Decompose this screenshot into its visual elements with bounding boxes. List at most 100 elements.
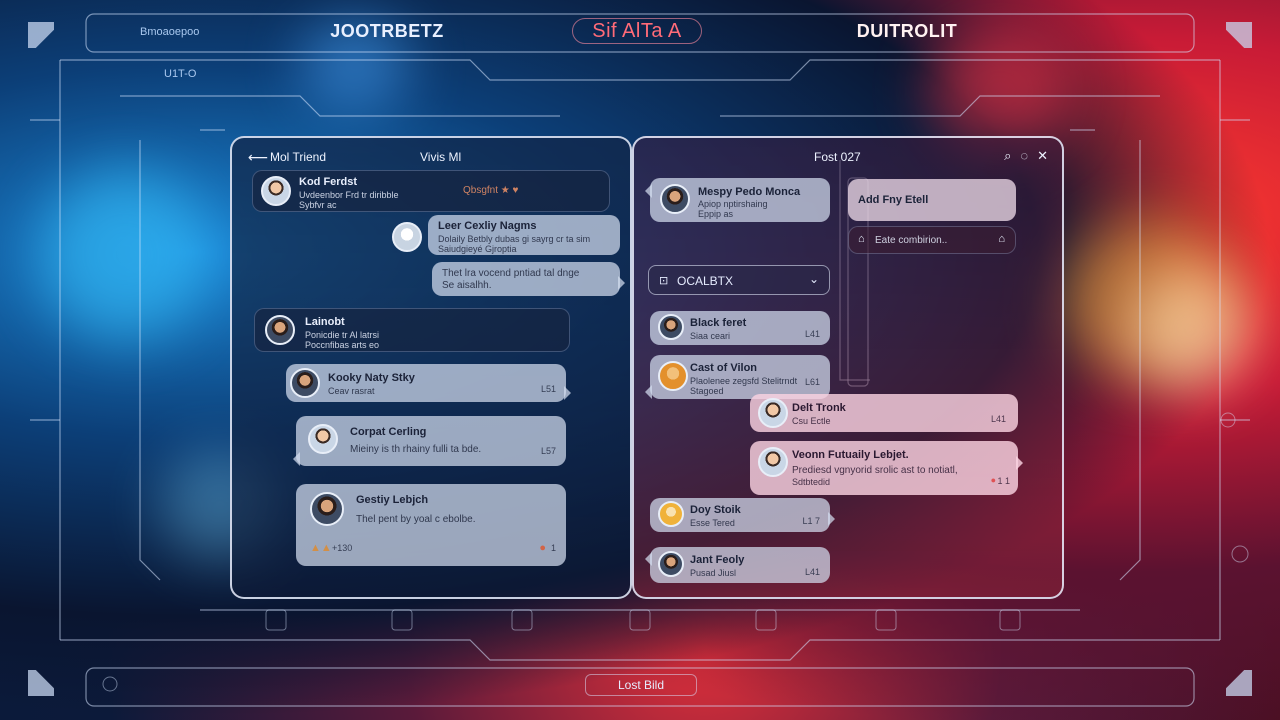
avatar: [261, 176, 291, 206]
message-bubble[interactable]: Gestiy Lebjch Thel pent by yoal c ebolbe…: [296, 484, 566, 566]
message-time: L57: [540, 446, 556, 456]
message-bubble[interactable]: Mespy Pedo Monca Apiop nptirshaing Eppip…: [650, 178, 830, 222]
reaction-icon[interactable]: ▲▲: [310, 542, 332, 554]
message-sender: Doy Stoik: [690, 504, 741, 516]
message-sender: Leer Cexliy Nagms: [438, 220, 537, 232]
side-card-label: Eate combirion..: [875, 235, 948, 246]
side-card[interactable]: ⌂ Eate combirion.. ⌂: [848, 226, 1016, 254]
message-bubble[interactable]: Jant Feoly Pusad Jiusl L41: [650, 547, 830, 583]
message-bubble[interactable]: Thet lra vocend pntiad tal dnge Se aisal…: [432, 262, 620, 296]
message-text: Csu Ectle: [792, 416, 831, 426]
avatar: [658, 551, 684, 577]
message-sender: Jant Feoly: [690, 554, 745, 566]
item-sub: Ponicdie tr Al latrsi: [305, 330, 380, 340]
left-panel-center-title: Vivis Ml: [420, 150, 462, 164]
home-icon: ⌂: [858, 233, 865, 245]
message-time: L41: [990, 414, 1006, 424]
message-text: Mieiny is th rhainy fulli ta bde.: [350, 444, 482, 455]
message-bubble[interactable]: Delt Tronk Csu Ectle L41: [750, 394, 1018, 432]
message-text: Dolaily Betbly dubas gi sayrg cr ta sim: [438, 234, 591, 244]
list-item[interactable]: Kod Ferdst Uvdeenbor Frd tr diribble Syb…: [252, 170, 610, 212]
message-bubble[interactable]: Black feret Siaa ceari L41: [650, 311, 830, 345]
corner-bottom-right: [1226, 670, 1252, 696]
message-bubble[interactable]: Veonn Futuaily Lebjet. Prediesd vgnyorid…: [750, 441, 1018, 495]
header-right-label[interactable]: DUITROLIT: [852, 18, 962, 44]
item-tag: Qbsgfnt ★ ♥: [463, 185, 519, 196]
message-time: L41: [804, 329, 820, 339]
left-panel-header: ⟵ Mol Triend Vivis Ml: [232, 148, 630, 168]
list-item[interactable]: Lainobt Ponicdie tr Al latrsi Poccnfibas…: [254, 308, 570, 352]
bubble-tail: [618, 276, 632, 290]
message-bubble[interactable]: Doy Stoik Esse Tered L1 7: [650, 498, 830, 532]
avatar: [308, 424, 338, 454]
bubble-tail: [638, 385, 652, 399]
unread-count: 1: [550, 543, 556, 553]
unread-count: 1 1: [997, 476, 1010, 486]
message-bubble[interactable]: Cast of Vilon Plaolenee zegsfd Stelitrnd…: [650, 355, 830, 399]
message-text-2: Se aisalhh.: [442, 280, 492, 291]
avatar: [658, 501, 684, 527]
status-dot-icon: ●: [990, 475, 996, 485]
record-icon[interactable]: ◌: [1020, 148, 1028, 164]
message-text: Pusad Jiusl: [690, 568, 737, 578]
right-panel-header: Fost 027 ⌕ ◌ ✕: [634, 148, 1062, 168]
bubble-tail: [638, 552, 652, 566]
message-bubble[interactable]: Corpat Cerling Mieiny is th rhainy fulli…: [296, 416, 566, 466]
message-text-2: Sdtbtedid: [792, 477, 831, 487]
bubble-tail: [828, 512, 842, 526]
message-time: L41: [804, 567, 820, 577]
message-sender: Mespy Pedo Monca: [698, 186, 801, 198]
message-text: Prediesd vgnyorid srolic ast to notiatl,: [792, 465, 958, 476]
message-text: Plaolenee zegsfd Stelitrndt: [690, 376, 798, 386]
avatar: [265, 315, 295, 345]
message-sender: Veonn Futuaily Lebjet.: [792, 449, 909, 461]
item-sub2: Poccnfibas arts eo: [305, 340, 380, 350]
message-bubble[interactable]: Leer Cexliy Nagms Dolaily Betbly dubas g…: [428, 215, 620, 255]
dropdown-label: OCALBTX: [677, 274, 734, 288]
left-panel-title: Mol Triend: [270, 150, 327, 164]
item-sub2: Sybfvr ac: [299, 200, 337, 210]
message-text-2: Stagoed: [690, 386, 724, 396]
message-text-2: Saiudgieyé Gjroptia: [438, 244, 517, 254]
message-bubble[interactable]: Kooky Naty Stky Ceav rasrat L51: [286, 364, 566, 402]
channel-dropdown[interactable]: ⊡ OCALBTX ⌄: [648, 265, 830, 295]
corner-bottom-left: [28, 670, 54, 696]
lock-icon: ⌂: [998, 233, 1005, 245]
message-text: Thel pent by yoal c ebolbe.: [356, 514, 476, 525]
header-center-label[interactable]: Sif AlTa A: [572, 18, 702, 44]
message-text: Thet lra vocend pntiad tal dnge: [442, 268, 580, 279]
message-time: L1 7: [802, 516, 820, 526]
message-sender: Black feret: [690, 317, 747, 329]
bubble-tail: [1016, 456, 1030, 470]
header-left-label[interactable]: JOOTRBETZ: [330, 18, 443, 44]
message-text: Siaa ceari: [690, 331, 731, 341]
avatar: [392, 222, 422, 252]
bubble-tail: [638, 184, 652, 198]
back-arrow-icon[interactable]: ⟵: [248, 149, 268, 166]
message-sender: Kooky Naty Stky: [328, 372, 415, 384]
avatar: [290, 368, 320, 398]
avatar: [310, 492, 344, 526]
message-text: Ceav rasrat: [328, 386, 375, 396]
message-text: Apiop nptirshaing: [698, 199, 768, 209]
avatar: [658, 314, 684, 340]
reaction-count: +130: [332, 543, 353, 553]
footer-center-label[interactable]: Lost Bild: [585, 674, 697, 696]
hud-small-left: Bmoaoepoo: [140, 26, 200, 38]
avatar: [758, 398, 788, 428]
search-icon[interactable]: ⌕: [1004, 148, 1011, 164]
bubble-tail: [286, 452, 300, 466]
message-time: L61: [804, 377, 820, 387]
message-time: L51: [540, 384, 556, 394]
bubble-tail: [564, 386, 578, 400]
grid-icon: ⊡: [659, 275, 669, 287]
message-text: Esse Tered: [690, 518, 735, 528]
close-icon[interactable]: ✕: [1037, 148, 1048, 164]
item-name: Lainobt: [305, 316, 345, 328]
avatar: [658, 361, 688, 391]
item-sub: Uvdeenbor Frd tr diribble: [299, 190, 399, 200]
hud-side-label: U1T-O: [164, 68, 197, 80]
message-sender: Gestiy Lebjch: [356, 494, 429, 506]
side-card[interactable]: Add Fny Etell: [848, 179, 1016, 221]
status-dot-icon: ●: [539, 542, 546, 554]
